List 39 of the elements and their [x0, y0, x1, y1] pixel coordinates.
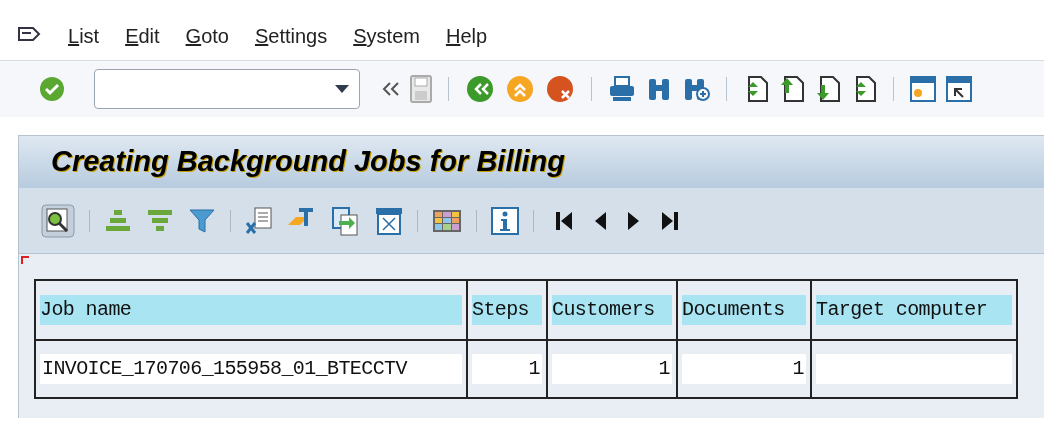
column-header[interactable]: Steps [472, 295, 542, 325]
table-cell: INVOICE_170706_155958_01_BTECCTV [40, 354, 462, 384]
back-icon[interactable] [465, 74, 495, 104]
screen-title: Creating Background Jobs for Billing [51, 144, 565, 180]
double-chevron-icon[interactable] [382, 81, 400, 97]
menu-item[interactable]: Settings [254, 21, 328, 51]
spreadsheet-export-icon[interactable] [245, 206, 273, 235]
column-header[interactable]: Job name [40, 295, 462, 325]
input-field[interactable]: 1 [682, 354, 806, 384]
command-field[interactable] [94, 69, 360, 109]
first-icon[interactable] [556, 210, 572, 231]
new-window-icon[interactable] [910, 76, 936, 102]
last-icon[interactable] [662, 210, 678, 231]
filter-icon[interactable] [188, 207, 216, 234]
details-icon[interactable] [41, 203, 75, 238]
check-icon[interactable] [38, 75, 66, 103]
print-icon[interactable] [608, 76, 636, 102]
layout-icon[interactable] [375, 206, 403, 235]
menu-item[interactable]: Edit [125, 21, 160, 51]
column-header[interactable]: Target computer [816, 295, 1012, 325]
document-arrow-icon[interactable] [331, 205, 361, 236]
previous-icon[interactable] [594, 210, 606, 231]
column-header[interactable]: Customers [552, 295, 672, 325]
previous-page-icon[interactable] [779, 75, 805, 103]
dropdown-icon[interactable] [335, 85, 349, 93]
info-icon[interactable] [491, 206, 519, 235]
menu-item[interactable]: Help [445, 21, 488, 51]
menu-item[interactable]: List [68, 21, 100, 51]
input-field[interactable]: 1 [472, 354, 542, 384]
menu-item[interactable]: Goto [185, 21, 229, 51]
next-icon[interactable] [628, 210, 640, 231]
grid-icon[interactable] [432, 208, 462, 233]
next-page-icon[interactable] [815, 75, 841, 103]
cancel-icon[interactable] [545, 74, 575, 104]
corner-mark [21, 256, 29, 264]
menu-item[interactable]: System [353, 21, 420, 51]
input-field[interactable]: 1 [552, 354, 672, 384]
window-shortcut-icon[interactable] [946, 76, 972, 102]
column-header[interactable]: Documents [682, 295, 806, 325]
